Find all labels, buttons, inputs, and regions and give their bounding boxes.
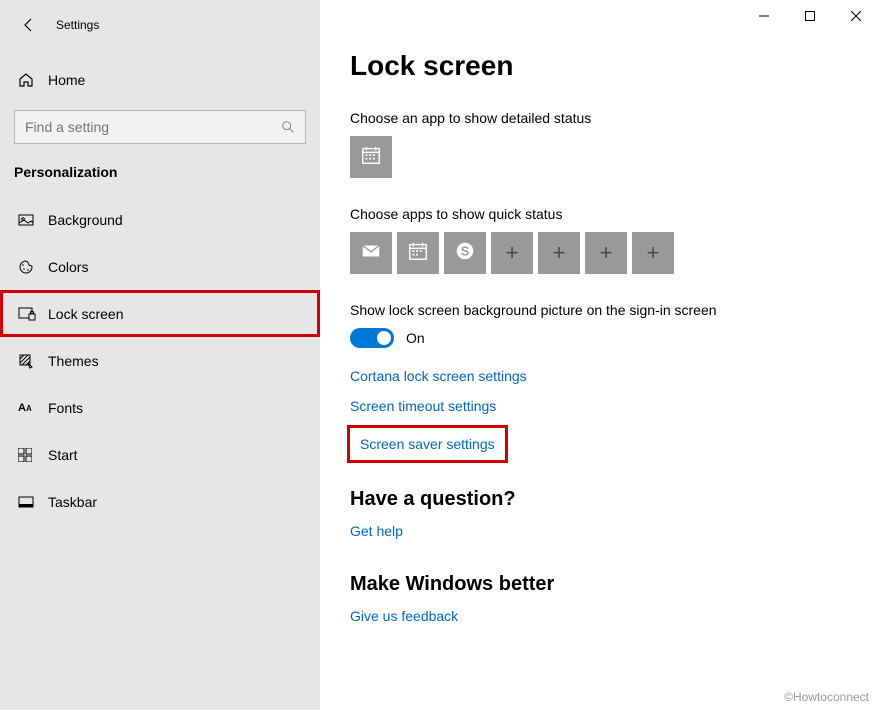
palette-icon (18, 259, 36, 275)
maximize-button[interactable] (787, 0, 833, 32)
fonts-icon: AA (18, 402, 36, 414)
signin-bg-toggle[interactable] (350, 328, 394, 348)
settings-sidebar: Settings Home Personalization Background… (0, 0, 320, 710)
plus-icon: + (600, 240, 613, 266)
app-title: Settings (56, 18, 99, 32)
nav-label: Fonts (48, 400, 83, 416)
nav-label: Background (48, 212, 123, 228)
taskbar-icon (18, 496, 36, 508)
main-content: Lock screen Choose an app to show detail… (320, 0, 879, 710)
plus-icon: + (647, 240, 660, 266)
screen-saver-link[interactable]: Screen saver settings (350, 428, 505, 460)
question-heading: Have a question? (350, 488, 849, 511)
category-header: Personalization (0, 144, 320, 196)
home-label: Home (48, 72, 85, 88)
detailed-status-label: Choose an app to show detailed status (350, 110, 849, 126)
picture-icon (18, 212, 36, 228)
nav-label: Taskbar (48, 494, 97, 510)
start-icon (18, 448, 36, 462)
nav-fonts[interactable]: AA Fonts (0, 384, 320, 431)
detailed-status-app-tile[interactable] (350, 136, 392, 178)
window-titlebar (741, 0, 879, 32)
watermark: ©Howtoconnect (784, 690, 869, 704)
page-title: Lock screen (350, 50, 849, 82)
search-input[interactable] (25, 119, 281, 135)
nav-label: Themes (48, 353, 99, 369)
nav-taskbar[interactable]: Taskbar (0, 478, 320, 525)
home-icon (18, 72, 36, 88)
feedback-link[interactable]: Give us feedback (350, 608, 458, 624)
quick-status-tile-skype[interactable]: S (444, 232, 486, 274)
nav-background[interactable]: Background (0, 196, 320, 243)
cortana-lock-screen-link[interactable]: Cortana lock screen settings (350, 368, 527, 384)
svg-text:S: S (461, 243, 470, 258)
nav-label: Lock screen (48, 306, 123, 322)
search-icon (281, 120, 295, 134)
themes-icon (18, 353, 36, 369)
nav-themes[interactable]: Themes (0, 337, 320, 384)
get-help-link[interactable]: Get help (350, 523, 403, 539)
close-button[interactable] (833, 0, 879, 32)
quick-status-tile-calendar[interactable] (397, 232, 439, 274)
nav-colors[interactable]: Colors (0, 243, 320, 290)
nav-lock-screen[interactable]: Lock screen (0, 290, 320, 337)
quick-status-tile-add-4[interactable]: + (632, 232, 674, 274)
toggle-state-label: On (406, 330, 425, 346)
nav-start[interactable]: Start (0, 431, 320, 478)
back-button[interactable] (20, 16, 38, 34)
calendar-icon (407, 240, 429, 267)
signin-bg-label: Show lock screen background picture on t… (350, 302, 849, 318)
plus-icon: + (553, 240, 566, 266)
nav-label: Colors (48, 259, 88, 275)
plus-icon: + (506, 240, 519, 266)
mail-icon (360, 240, 382, 267)
search-box[interactable] (14, 110, 306, 144)
minimize-button[interactable] (741, 0, 787, 32)
home-nav[interactable]: Home (0, 60, 320, 100)
skype-icon: S (454, 240, 476, 267)
quick-status-label: Choose apps to show quick status (350, 206, 849, 222)
quick-status-tile-add-2[interactable]: + (538, 232, 580, 274)
calendar-icon (360, 144, 382, 171)
quick-status-tile-add-3[interactable]: + (585, 232, 627, 274)
lock-screen-icon (18, 306, 36, 322)
quick-status-tile-mail[interactable] (350, 232, 392, 274)
quick-status-tile-add-1[interactable]: + (491, 232, 533, 274)
better-heading: Make Windows better (350, 573, 849, 596)
nav-label: Start (48, 447, 78, 463)
screen-timeout-link[interactable]: Screen timeout settings (350, 398, 496, 414)
